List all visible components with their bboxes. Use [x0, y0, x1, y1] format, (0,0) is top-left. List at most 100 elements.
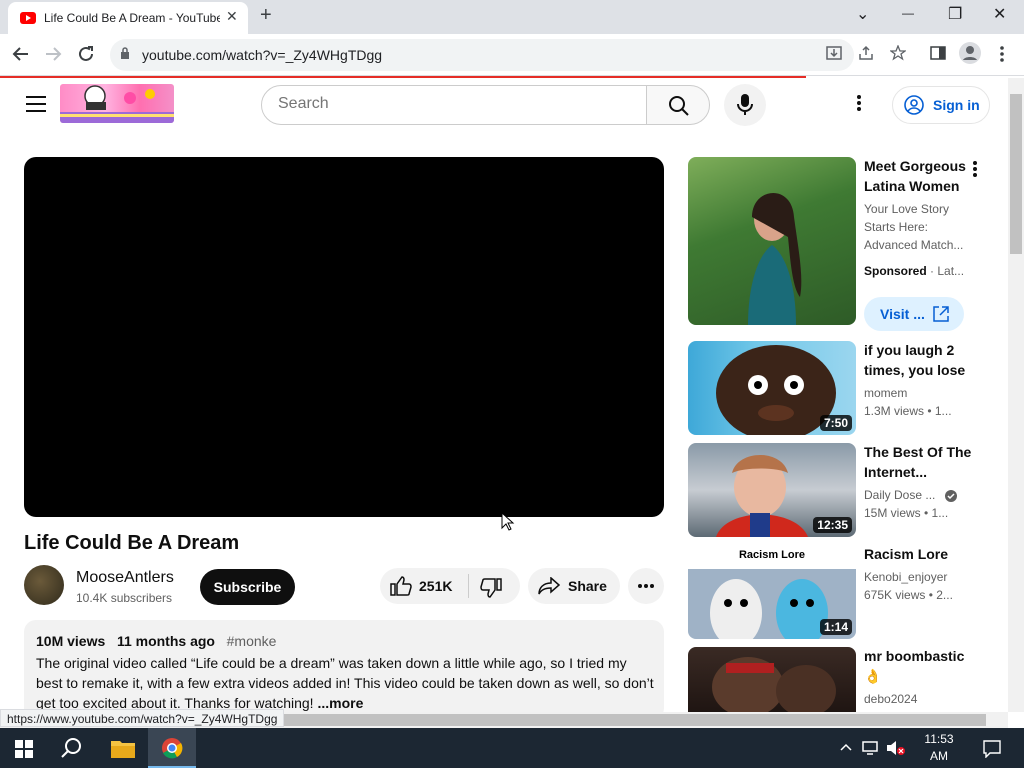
address-bar[interactable]: youtube.com/watch?v=_Zy4WHgTDgg [110, 39, 854, 71]
tab-close-icon[interactable]: ✕ [226, 8, 238, 25]
like-thumb-icon[interactable] [390, 576, 412, 596]
recommended-channel[interactable]: momem [864, 386, 907, 400]
browser-tab[interactable]: Life Could Be A Dream - YouTube ✕ [8, 2, 248, 34]
share-page-icon[interactable] [858, 45, 874, 61]
vertical-scroll-thumb[interactable] [1010, 94, 1022, 254]
share-arrow-icon [538, 577, 560, 595]
youtube-favicon-icon [20, 12, 36, 24]
recommended-thumbnail[interactable]: 12:35 [688, 443, 856, 537]
recommended-views: 15M views • 1... [864, 506, 949, 520]
recommended-thumbnail[interactable] [688, 647, 856, 712]
settings-menu-icon[interactable] [856, 94, 862, 112]
description-box[interactable]: 10M views 11 months ago #monke The origi… [24, 620, 664, 720]
ad-line-2: Starts Here: [864, 220, 929, 234]
windows-start-icon[interactable] [15, 740, 33, 758]
url-text: youtube.com/watch?v=_Zy4WHgTDgg [142, 47, 383, 63]
browser-toolbar: youtube.com/watch?v=_Zy4WHgTDgg [0, 34, 1024, 76]
account-icon [904, 95, 924, 115]
recommended-title[interactable]: The Best Of The Internet... [864, 442, 974, 482]
tray-chevron-up-icon[interactable] [840, 742, 852, 752]
search-icon [669, 96, 689, 116]
ad-sponsor-line: Sponsored · Lat... [864, 264, 964, 278]
sign-in-button[interactable]: Sign in [892, 86, 990, 124]
upload-age: 11 months ago [116, 633, 215, 649]
subscriber-count: 10.4K subscribers [76, 591, 173, 605]
like-count[interactable]: 251K [419, 578, 452, 594]
recommended-channel[interactable]: debo2024 [864, 692, 917, 706]
minimize-button[interactable]: — [902, 6, 914, 20]
description-text: The original video called “Life could be… [36, 653, 656, 713]
taskbar-chrome-button[interactable] [148, 728, 196, 768]
search-box[interactable] [261, 85, 647, 125]
hashtag-link[interactable]: #monke [227, 633, 277, 649]
video-meta: 10M views 11 months ago #monke [36, 633, 276, 649]
video-duration: 12:35 [813, 517, 852, 533]
recommended-title[interactable]: if you laugh 2 times, you lose [864, 340, 974, 380]
external-link-icon [933, 306, 949, 322]
microphone-icon [737, 94, 753, 115]
mouse-cursor-icon [501, 512, 515, 531]
boombastic-image-icon [712, 657, 836, 712]
channel-name[interactable]: MooseAntlers [76, 569, 174, 587]
recommended-channel[interactable]: Daily Dose ... [864, 488, 957, 502]
link-status-bubble: https://www.youtube.com/watch?v=_Zy4WHgT… [0, 709, 285, 727]
recommended-thumbnail[interactable]: 7:50 [688, 341, 856, 435]
chrome-icon [162, 738, 183, 759]
recommended-title[interactable]: mr boombastic 👌 [864, 646, 974, 686]
profile-avatar-icon[interactable] [959, 42, 981, 64]
doodle-art-icon [60, 85, 174, 123]
network-icon[interactable] [862, 740, 880, 756]
bookmark-star-icon[interactable] [890, 45, 906, 61]
windows-taskbar [0, 728, 1024, 768]
browser-tab-strip: Life Could Be A Dream - YouTube ✕ + ⌄ — … [0, 0, 1024, 34]
ad-woman-image-icon [748, 192, 802, 325]
show-more-link[interactable]: ...more [317, 695, 363, 711]
reload-icon[interactable] [77, 45, 95, 63]
recommended-thumbnail[interactable]: Racism Lore 1:14 [688, 545, 856, 639]
sponsored-label: Sponsored [864, 264, 927, 278]
recommended-channel[interactable]: Kenobi_enjoyer [864, 570, 947, 584]
window-close-button[interactable]: ✕ [993, 4, 1006, 24]
restore-button[interactable]: ❐ [948, 4, 962, 24]
page-load-progress-bar [0, 76, 806, 78]
notification-center-icon[interactable] [983, 740, 1001, 758]
search-input[interactable] [278, 95, 618, 113]
view-count: 10M views [36, 633, 106, 649]
volume-muted-icon[interactable] [886, 740, 906, 756]
forward-arrow-icon[interactable] [44, 45, 62, 63]
new-tab-button[interactable]: + [260, 4, 272, 27]
taskbar-clock[interactable]: 11:53 AM 2/2/2024 [916, 731, 963, 782]
recommended-title[interactable]: Racism Lore [864, 544, 974, 564]
voice-search-button[interactable] [724, 84, 766, 126]
dislike-thumb-icon[interactable] [480, 578, 502, 598]
subscribe-button[interactable]: Subscribe [200, 569, 295, 605]
tab-search-icon[interactable]: ⌄ [856, 4, 869, 24]
ad-thumbnail[interactable] [688, 157, 856, 325]
ad-advertiser: · Lat... [930, 264, 965, 278]
ad-line-1: Your Love Story [864, 202, 949, 216]
lock-icon[interactable] [120, 47, 130, 60]
ad-line-3: Advanced Match... [864, 238, 964, 252]
side-panel-icon[interactable] [930, 45, 946, 61]
thumbnail-caption: Racism Lore [738, 549, 806, 561]
video-duration: 7:50 [819, 415, 852, 431]
guide-menu-icon[interactable] [26, 96, 46, 112]
file-explorer-icon[interactable] [111, 739, 135, 758]
recommended-views: 675K views • 2... [864, 588, 953, 602]
channel-avatar[interactable] [24, 565, 64, 605]
browser-menu-icon[interactable] [998, 45, 1006, 63]
more-horizontal-icon [638, 584, 654, 588]
youtube-doodle-logo[interactable] [60, 84, 174, 123]
ad-visit-button[interactable]: Visit ... [864, 297, 964, 331]
back-arrow-icon[interactable] [12, 45, 30, 63]
video-player[interactable] [24, 157, 664, 517]
ad-menu-icon[interactable] [972, 160, 978, 178]
install-app-icon[interactable] [826, 45, 842, 61]
ad-title[interactable]: Meet Gorgeous Latina Women [864, 156, 974, 196]
share-label[interactable]: Share [568, 578, 607, 594]
search-button[interactable] [646, 85, 710, 125]
video-title: Life Could Be A Dream [24, 532, 240, 554]
sign-in-label: Sign in [933, 97, 980, 113]
taskbar-search-icon[interactable] [61, 737, 83, 759]
tab-title: Life Could Be A Dream - YouTube [44, 11, 220, 25]
